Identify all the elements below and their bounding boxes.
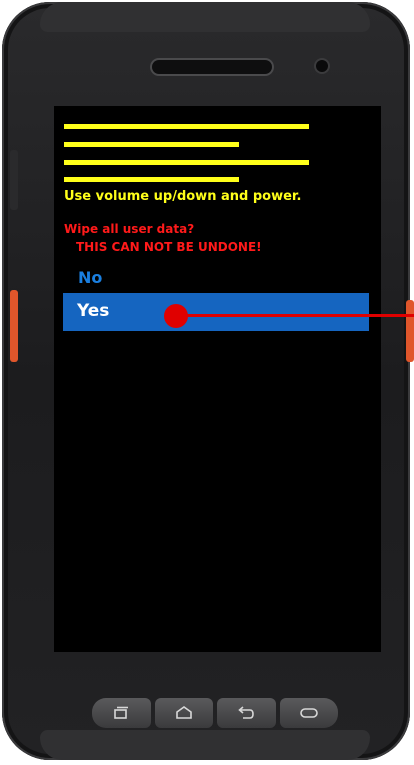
back-button[interactable] bbox=[217, 698, 276, 728]
back-icon bbox=[238, 706, 255, 719]
pointer-line bbox=[176, 314, 414, 317]
navigation-keys bbox=[92, 698, 338, 728]
scan-button-right[interactable] bbox=[406, 300, 414, 362]
option-no[interactable]: No bbox=[78, 268, 102, 287]
option-yes[interactable]: Yes bbox=[63, 293, 369, 331]
scan-button-left[interactable] bbox=[10, 290, 18, 362]
home-icon bbox=[175, 706, 192, 719]
recent-apps-button[interactable] bbox=[92, 698, 151, 728]
header-line bbox=[64, 124, 309, 129]
header-line bbox=[64, 142, 239, 147]
wipe-prompt: Wipe all user data? bbox=[64, 222, 195, 236]
volume-button[interactable] bbox=[10, 150, 18, 210]
front-camera bbox=[316, 60, 328, 72]
recent-apps-icon bbox=[114, 706, 129, 719]
warning-text: THIS CAN NOT BE UNDONE! bbox=[76, 240, 262, 254]
home-button[interactable] bbox=[154, 698, 213, 728]
menu-button[interactable] bbox=[279, 698, 338, 728]
device-bumper-top bbox=[40, 2, 370, 32]
device-bumper-bottom bbox=[40, 730, 370, 760]
option-yes-label: Yes bbox=[77, 301, 110, 321]
recovery-screen: Use volume up/down and power. Wipe all u… bbox=[54, 106, 381, 652]
header-line bbox=[64, 177, 239, 182]
instructions-text: Use volume up/down and power. bbox=[64, 189, 302, 204]
header-line bbox=[64, 160, 309, 165]
menu-icon bbox=[299, 708, 318, 718]
earpiece-speaker bbox=[152, 60, 272, 74]
